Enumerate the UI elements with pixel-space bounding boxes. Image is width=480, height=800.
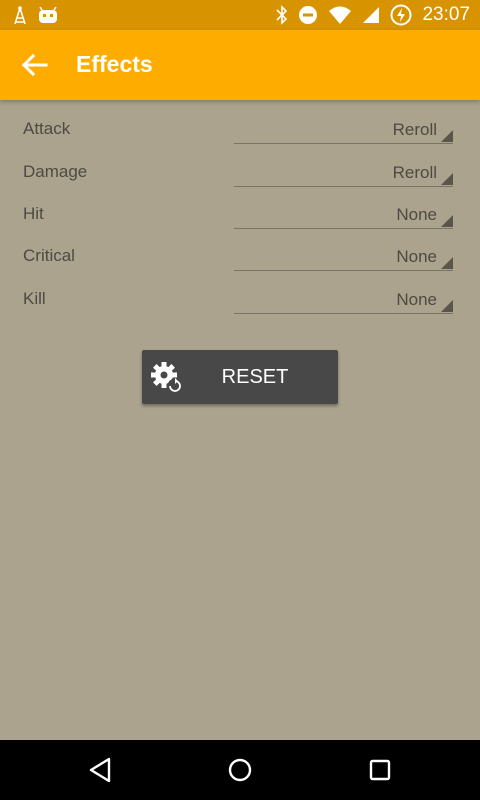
reset-button[interactable]: RESET xyxy=(142,350,338,404)
recents-square-icon xyxy=(369,759,391,781)
attack-effect-dropdown[interactable]: Reroll xyxy=(234,114,453,144)
dropdown-value: None xyxy=(396,290,437,309)
dropdown-value: None xyxy=(396,247,437,266)
signal-tower-icon xyxy=(14,6,26,25)
setting-row-attack: Attack Reroll xyxy=(0,100,480,144)
status-time: 23:07 xyxy=(422,4,470,25)
navigation-bar xyxy=(0,740,480,800)
nav-home-button[interactable] xyxy=(225,756,255,784)
dropdown-arrow-icon xyxy=(441,257,453,269)
setting-label: Kill xyxy=(23,289,46,308)
setting-label: Critical xyxy=(23,246,75,265)
status-bar: 23:07 xyxy=(0,0,480,30)
page-title: Effects xyxy=(76,51,153,77)
setting-label: Hit xyxy=(23,204,44,223)
nav-back-button[interactable] xyxy=(86,756,116,784)
cell-signal-icon xyxy=(363,7,380,23)
arrow-back-icon xyxy=(21,53,48,77)
setting-row-damage: Damage Reroll xyxy=(0,143,480,187)
do-not-disturb-icon xyxy=(299,6,318,24)
back-triangle-icon xyxy=(89,757,111,783)
dropdown-value: Reroll xyxy=(392,120,437,139)
setting-row-kill: Kill None xyxy=(0,270,480,314)
nav-recents-button[interactable] xyxy=(365,756,395,784)
setting-row-critical: Critical None xyxy=(0,227,480,271)
wifi-icon xyxy=(329,6,352,24)
home-circle-icon xyxy=(228,758,252,782)
kill-effect-dropdown[interactable]: None xyxy=(234,284,453,314)
battery-charging-icon xyxy=(390,4,412,26)
reset-button-label: RESET xyxy=(221,366,289,388)
dropdown-underline xyxy=(234,313,453,314)
damage-effect-dropdown[interactable]: Reroll xyxy=(234,157,453,187)
dropdown-arrow-icon xyxy=(441,173,453,185)
setting-label: Attack xyxy=(23,119,71,138)
dropdown-arrow-icon xyxy=(441,300,453,312)
hit-effect-dropdown[interactable]: None xyxy=(234,199,453,229)
bluetooth-icon xyxy=(276,5,288,25)
critical-effect-dropdown[interactable]: None xyxy=(234,241,453,271)
dropdown-arrow-icon xyxy=(441,130,453,142)
android-debug-icon xyxy=(39,6,57,23)
dropdown-arrow-icon xyxy=(441,215,453,227)
dropdown-value: None xyxy=(396,205,437,224)
dropdown-value: Reroll xyxy=(392,163,437,182)
back-button[interactable] xyxy=(18,50,52,80)
setting-label: Damage xyxy=(23,162,88,181)
setting-row-hit: Hit None xyxy=(0,185,480,229)
app-bar: Effects xyxy=(0,30,480,100)
